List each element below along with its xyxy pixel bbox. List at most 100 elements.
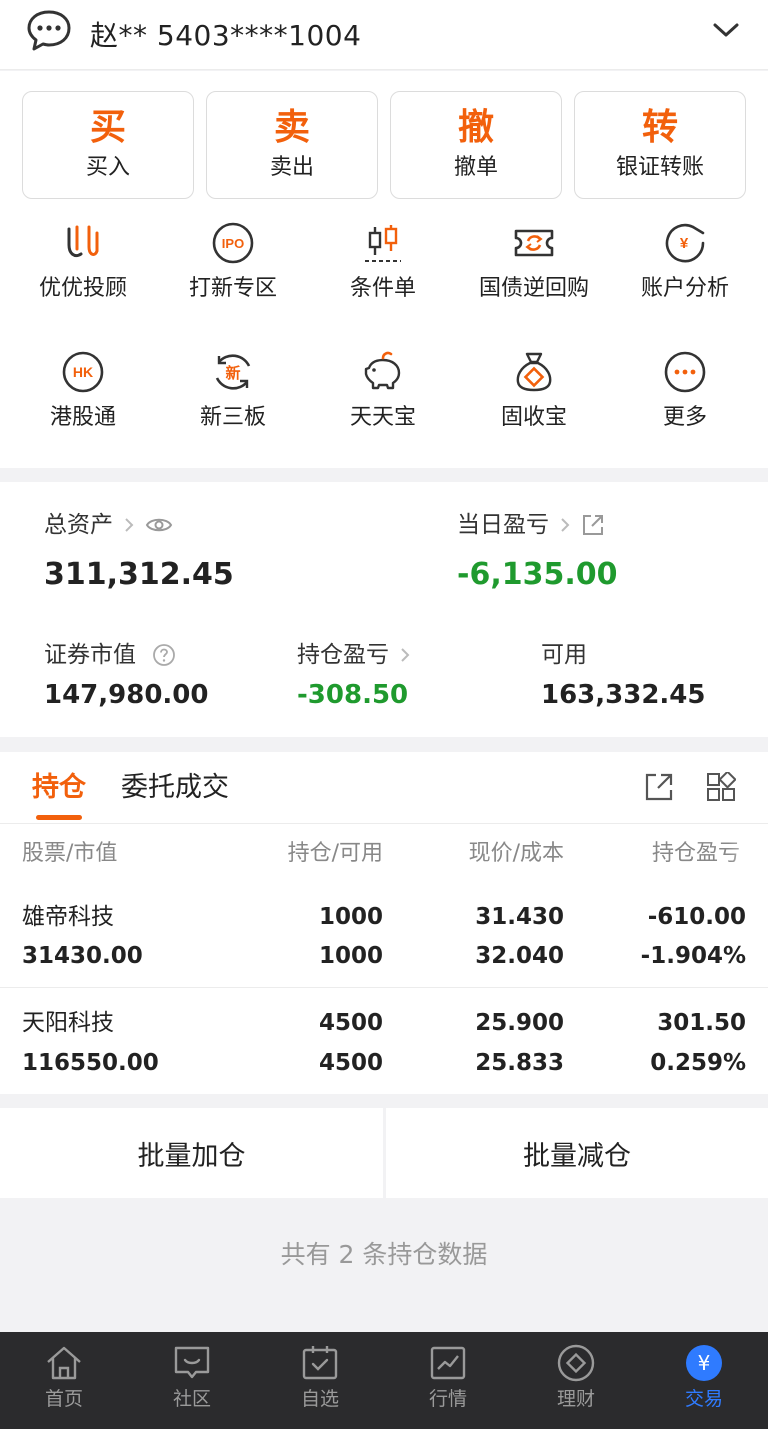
asset-summary-panel: 总资产 311,312.45 当日盈亏 -6,135.00 证券市值 147,9… bbox=[0, 482, 768, 737]
svg-text:¥: ¥ bbox=[698, 1351, 711, 1375]
total-assets-value: 311,312.45 bbox=[44, 557, 234, 592]
stock-name: 天阳科技 bbox=[22, 1010, 114, 1036]
account-label[interactable]: 赵** 5403****1004 bbox=[90, 14, 361, 54]
holdings-count-text: 共有 2 条持仓数据 bbox=[280, 1240, 488, 1269]
svg-text:HK: HK bbox=[73, 364, 93, 380]
sell-label: 卖出 bbox=[269, 155, 314, 180]
total-assets-link[interactable]: 总资产 bbox=[44, 510, 173, 540]
available-qty: 1000 bbox=[318, 943, 383, 969]
grid-label: 港股通 bbox=[49, 405, 116, 430]
header-fade bbox=[728, 834, 768, 874]
bottom-nav: 首页 社区 自选 行情 理财 ¥ 交易 bbox=[0, 1332, 768, 1429]
nav-trade[interactable]: ¥ 交易 bbox=[640, 1332, 768, 1429]
chevron-right-icon bbox=[401, 648, 410, 662]
holding-qty: 1000 bbox=[318, 904, 383, 930]
nav-home[interactable]: 首页 bbox=[0, 1332, 128, 1429]
grid-item-uu-advisor[interactable]: 优优投顾 bbox=[8, 221, 158, 303]
nav-label: 自选 bbox=[300, 1388, 339, 1410]
grid-item-reverse-repo[interactable]: 国债逆回购 bbox=[459, 221, 609, 303]
grid-item-account-analysis[interactable]: ¥ 账户分析 bbox=[610, 221, 760, 303]
total-assets-label: 总资产 bbox=[44, 512, 113, 538]
cost-price: 25.833 bbox=[475, 1050, 564, 1076]
grid-item-more[interactable]: 更多 bbox=[610, 350, 760, 432]
market-value-label-group: 证券市值 bbox=[44, 640, 176, 670]
watchlist-icon bbox=[302, 1346, 338, 1380]
nav-label: 交易 bbox=[684, 1388, 723, 1410]
grid-label: 打新专区 bbox=[188, 276, 277, 301]
help-icon[interactable] bbox=[152, 643, 176, 667]
position-pnl-value: -308.50 bbox=[297, 680, 409, 710]
grid-item-hk-connect[interactable]: HK 港股通 bbox=[8, 350, 158, 432]
tab-orders[interactable]: 委托成交 bbox=[121, 770, 229, 806]
grid-item-ipo[interactable]: IPO 打新专区 bbox=[158, 221, 308, 303]
uu-advisor-icon bbox=[67, 225, 99, 258]
buy-glyph: 买 bbox=[89, 107, 126, 148]
position-pnl-label: 持仓盈亏 bbox=[297, 642, 389, 668]
market-value: 116550.00 bbox=[22, 1050, 159, 1076]
grid-item-fixed-income[interactable]: 固收宝 bbox=[459, 350, 609, 432]
position-pnl-link[interactable]: 持仓盈亏 bbox=[297, 640, 411, 670]
daily-pnl-link[interactable]: 当日盈亏 bbox=[457, 510, 605, 540]
cancel-order-button[interactable]: 撤 撤单 bbox=[390, 91, 562, 199]
holding-qty: 4500 bbox=[318, 1010, 383, 1036]
svg-text:¥: ¥ bbox=[680, 235, 689, 252]
grid-item-new-third-board[interactable]: 新 新三板 bbox=[158, 350, 308, 432]
position-pnl-percent: -1.904% bbox=[640, 943, 746, 969]
eye-icon[interactable] bbox=[145, 515, 173, 535]
divider bbox=[0, 987, 768, 988]
grid-item-tiantianbao[interactable]: 天天宝 bbox=[308, 350, 458, 432]
grid-view-icon[interactable] bbox=[706, 772, 736, 802]
market-icon bbox=[430, 1346, 466, 1380]
nav-market[interactable]: 行情 bbox=[384, 1332, 512, 1429]
cancel-glyph: 撤 bbox=[457, 107, 494, 148]
grid-label: 天天宝 bbox=[349, 405, 416, 430]
hk-icon: HK bbox=[62, 351, 104, 393]
trade-icon: ¥ bbox=[686, 1345, 722, 1381]
chevron-down-icon[interactable] bbox=[712, 18, 740, 42]
share-icon[interactable] bbox=[581, 513, 605, 537]
batch-reduce-button[interactable]: 批量减仓 bbox=[386, 1108, 768, 1198]
position-pnl: 301.50 bbox=[657, 1010, 746, 1036]
svg-text:IPO: IPO bbox=[222, 236, 244, 251]
bank-transfer-button[interactable]: 转 银证转账 bbox=[574, 91, 746, 199]
grid-label: 账户分析 bbox=[640, 276, 729, 301]
buy-button[interactable]: 买 买入 bbox=[22, 91, 194, 199]
grid-label: 条件单 bbox=[349, 276, 416, 301]
nav-community[interactable]: 社区 bbox=[128, 1332, 256, 1429]
grid-item-condition-order[interactable]: 条件单 bbox=[308, 221, 458, 303]
account-header[interactable]: 赵** 5403****1004 bbox=[0, 0, 768, 70]
tab-holdings[interactable]: 持仓 bbox=[32, 770, 86, 806]
ipo-icon: IPO bbox=[212, 222, 254, 264]
nav-watchlist[interactable]: 自选 bbox=[256, 1332, 384, 1429]
money-bag-icon bbox=[516, 352, 552, 392]
piggy-bank-icon bbox=[364, 351, 401, 390]
chat-bubble-icon[interactable] bbox=[26, 9, 72, 53]
current-price: 31.430 bbox=[475, 904, 564, 930]
available-label: 可用 bbox=[541, 642, 587, 668]
grid-label: 更多 bbox=[662, 405, 707, 430]
nav-wealth[interactable]: 理财 bbox=[512, 1332, 640, 1429]
divider bbox=[0, 823, 768, 824]
chevron-right-icon bbox=[125, 518, 134, 532]
tab-active-indicator bbox=[36, 815, 82, 820]
daily-pnl-value: -6,135.00 bbox=[457, 557, 618, 592]
grid-label: 国债逆回购 bbox=[478, 276, 589, 301]
nav-label: 首页 bbox=[44, 1388, 83, 1410]
col-header-price: 现价/成本 bbox=[468, 841, 564, 866]
batch-add-button[interactable]: 批量加仓 bbox=[0, 1108, 383, 1198]
grid-label: 新三板 bbox=[199, 405, 266, 430]
grid-label: 优优投顾 bbox=[38, 276, 127, 301]
holdings-panel: 持仓 委托成交 股票/市值 持仓/可用 现价/成本 持仓盈亏 雄帝科技 3143… bbox=[0, 752, 768, 1094]
stock-name: 雄帝科技 bbox=[22, 904, 114, 930]
nav-label: 理财 bbox=[556, 1388, 595, 1410]
more-icon bbox=[664, 351, 706, 393]
transfer-glyph: 转 bbox=[641, 107, 678, 148]
home-icon bbox=[47, 1346, 81, 1380]
available-value: 163,332.45 bbox=[541, 680, 706, 710]
export-icon[interactable] bbox=[644, 772, 674, 802]
grid-label: 固收宝 bbox=[500, 405, 567, 430]
sell-button[interactable]: 卖 卖出 bbox=[206, 91, 378, 199]
buy-label: 买入 bbox=[85, 155, 130, 180]
sell-glyph: 卖 bbox=[273, 107, 310, 148]
cost-price: 32.040 bbox=[475, 943, 564, 969]
